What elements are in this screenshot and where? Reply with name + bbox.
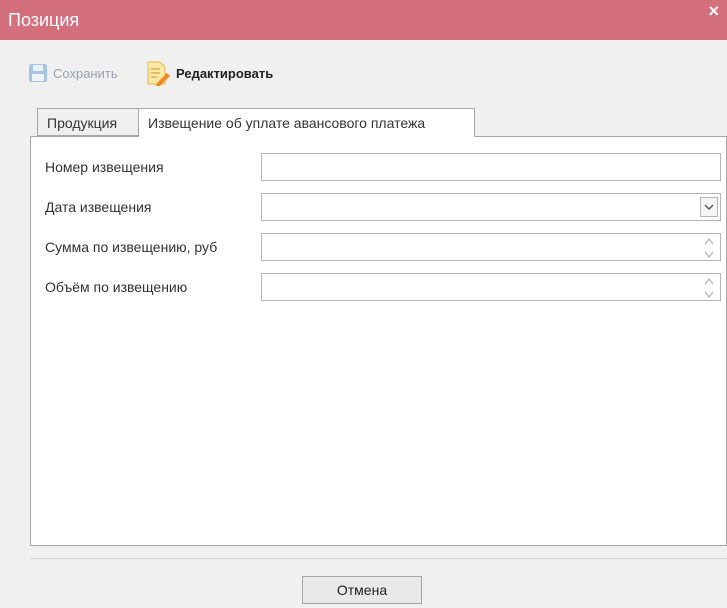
edit-button-label: Редактировать bbox=[176, 65, 274, 81]
notice-volume-spinner[interactable] bbox=[261, 273, 721, 301]
form-row-notice-sum: Сумма по извещению, руб bbox=[45, 233, 721, 261]
form-row-notice-volume: Объём по извещению bbox=[45, 273, 721, 301]
notice-sum-spinner[interactable] bbox=[261, 233, 721, 261]
chevron-down-icon[interactable] bbox=[700, 197, 718, 217]
notice-date-select[interactable] bbox=[261, 193, 721, 221]
edit-button[interactable]: Редактировать bbox=[145, 60, 273, 86]
notice-volume-label: Объём по извещению bbox=[45, 279, 188, 295]
dialog-titlebar: Позиция × bbox=[0, 0, 727, 40]
tab-products[interactable]: Продукция bbox=[37, 108, 139, 136]
notice-date-label: Дата извещения bbox=[45, 199, 152, 215]
tab-advance-payment-notice[interactable]: Извещение об уплате авансового платежа bbox=[138, 108, 475, 137]
spinner-arrows-icon[interactable] bbox=[704, 237, 714, 259]
form-row-notice-number: Номер извещения bbox=[45, 153, 721, 181]
tab-panel: Номер извещения Дата извещения Сумма по … bbox=[30, 136, 727, 546]
notice-number-input[interactable] bbox=[261, 153, 721, 181]
form-row-notice-date: Дата извещения bbox=[45, 193, 721, 221]
footer-divider bbox=[30, 558, 727, 559]
cancel-button[interactable]: Отмена bbox=[302, 576, 422, 604]
notice-number-label: Номер извещения bbox=[45, 159, 164, 175]
position-dialog: Позиция × Сохранить Редактировать Продук… bbox=[0, 0, 727, 608]
save-button[interactable]: Сохранить bbox=[28, 60, 118, 86]
spinner-arrows-icon[interactable] bbox=[704, 277, 714, 299]
document-edit-icon bbox=[147, 61, 170, 86]
dialog-title: Позиция bbox=[8, 10, 80, 30]
save-button-label: Сохранить bbox=[53, 65, 118, 81]
floppy-disk-icon bbox=[29, 64, 47, 82]
close-icon[interactable]: × bbox=[708, 2, 719, 20]
notice-sum-label: Сумма по извещению, руб bbox=[45, 239, 218, 255]
